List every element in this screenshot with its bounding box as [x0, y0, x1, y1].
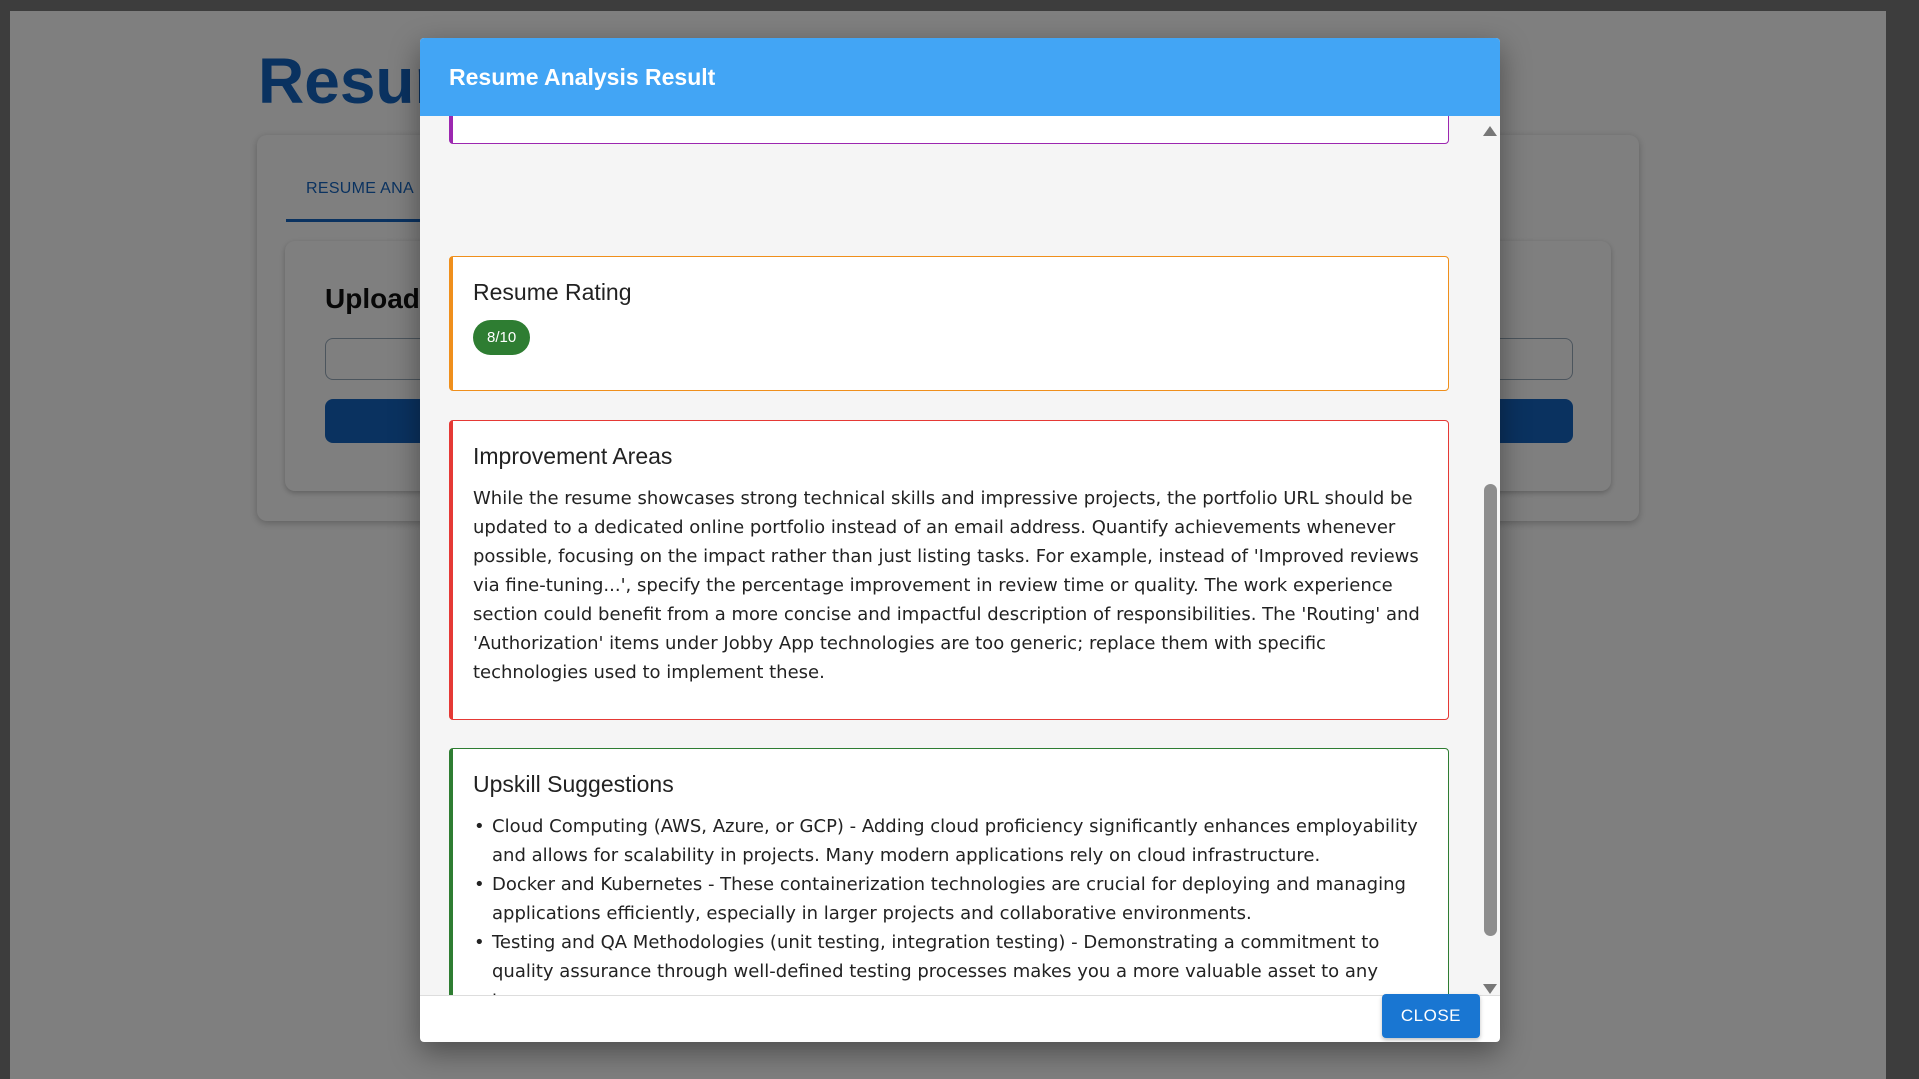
improvement-text: While the resume showcases strong techni…: [473, 488, 1420, 683]
rating-badge: 8/10: [473, 320, 531, 355]
dialog-content[interactable]: Resume Rating 8/10 Improvement Areas Whi…: [420, 116, 1500, 996]
skills-section: [449, 116, 1449, 144]
result-dialog: Resume Analysis Result Resume Rating 8/1…: [420, 38, 1500, 1042]
close-button[interactable]: CLOSE: [1381, 994, 1480, 1038]
improvement-section: Improvement Areas While the resume showc…: [449, 420, 1449, 720]
dialog-actions: CLOSE: [420, 994, 1500, 1042]
improvement-heading: Improvement Areas: [473, 443, 673, 469]
upskill-section: Upskill Suggestions Cloud Computing (AWS…: [449, 748, 1449, 995]
vertical-scrollbar[interactable]: [1480, 116, 1500, 995]
upskill-heading: Upskill Suggestions: [473, 771, 674, 797]
scroll-down-arrow-icon[interactable]: [1483, 984, 1497, 994]
rating-section: Resume Rating 8/10: [449, 256, 1449, 391]
list-item: Cloud Computing (AWS, Azure, or GCP) - A…: [473, 812, 1428, 870]
scroll-up-arrow-icon[interactable]: [1483, 126, 1497, 136]
rating-heading: Resume Rating: [473, 279, 632, 305]
dialog-title: Resume Analysis Result: [420, 38, 1500, 116]
upskill-list: Cloud Computing (AWS, Azure, or GCP) - A…: [473, 812, 1428, 995]
scroll-thumb[interactable]: [1484, 484, 1497, 936]
list-item: Testing and QA Methodologies (unit testi…: [473, 928, 1428, 995]
list-item: Docker and Kubernetes - These containeri…: [473, 870, 1428, 928]
